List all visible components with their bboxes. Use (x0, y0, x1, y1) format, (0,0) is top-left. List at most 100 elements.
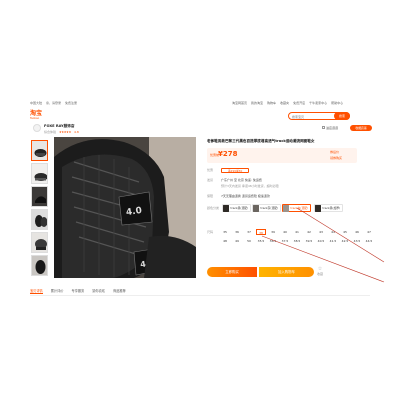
thumbnail-5[interactable] (31, 232, 48, 253)
size-option[interactable]: 36 (232, 229, 242, 235)
shop-name[interactable]: FOXE RAY服饰店 (44, 124, 74, 129)
topnav-item-cart[interactable]: 购物车 (267, 101, 276, 105)
color-option-label: track白(顶配) (290, 206, 309, 210)
taobao-logo[interactable]: 淘宝 Taobao (30, 110, 48, 122)
favorite-label: 收藏 (317, 272, 324, 276)
size-option[interactable]: 48 (220, 238, 230, 244)
size-option[interactable]: 35.5 (256, 238, 266, 244)
size-label: 尺码 (207, 230, 214, 234)
size-option-selected[interactable]: 38 (256, 229, 266, 235)
thumbnail-6[interactable] (31, 255, 48, 276)
rating-stars-icon: ★★★★★ (59, 130, 71, 134)
row-label-guarantee: 保障 (207, 194, 214, 198)
shop-avatar[interactable] (33, 124, 41, 132)
topnav-item-login[interactable]: 亲，请登录 (46, 101, 61, 105)
size-option[interactable]: 49 (232, 238, 242, 244)
size-option[interactable]: 37.5 (280, 238, 290, 244)
color-option-2[interactable]: track灰(顶配) (252, 204, 282, 212)
size-option[interactable]: 44 (328, 229, 338, 235)
shipping-info: 广东广州 至 北京 快递: 免运费 (221, 178, 262, 182)
color-swatch (315, 204, 321, 212)
shoe-thumb-icon (32, 164, 47, 183)
sneaker-image: 4.0 4.0 (54, 137, 196, 278)
size-option[interactable]: 42.5 (340, 238, 350, 244)
topnav-item-region[interactable]: 中国大陆 (30, 101, 42, 105)
size-option[interactable]: 38.5 (292, 238, 302, 244)
shop-rating: 综合体验 ★★★★★ 4.8 (44, 130, 79, 134)
size-option[interactable]: 41 (292, 229, 302, 235)
topnav-item-favorites[interactable]: 收藏夹 (280, 101, 289, 105)
color-option-label: track黑(加厚) (322, 206, 341, 210)
size-option[interactable]: 47 (364, 229, 374, 235)
size-option[interactable]: 39 (268, 229, 278, 235)
size-option[interactable]: 45 (340, 229, 350, 235)
topnav-item-seller[interactable]: 千牛卖家中心 (309, 101, 327, 105)
tab-guess[interactable]: 猜你喜欢 (92, 288, 105, 294)
topnav-item-register[interactable]: 免费注册 (65, 101, 77, 105)
size-option[interactable]: 42 (304, 229, 314, 235)
shop-icon-small (322, 126, 325, 129)
color-option-1[interactable]: track黑(顶配) (222, 204, 252, 212)
thumbnail-1[interactable] (31, 140, 48, 161)
color-option-3[interactable]: track白(顶配) (282, 204, 312, 212)
tab-services[interactable]: 专享服务 (72, 288, 85, 294)
detail-tabs: 宝贝详情 累计评价 专享服务 猜你喜欢 商品推荐 (30, 288, 126, 294)
thumbnail-list (31, 140, 50, 278)
size-option[interactable]: 40.5 (316, 238, 326, 244)
size-option[interactable]: 39.5 (304, 238, 314, 244)
price-note: 券后价 (330, 150, 340, 154)
coupon-badge[interactable]: 满299减30 (221, 168, 249, 173)
logo-text-cn: 淘宝 (30, 110, 43, 117)
tab-details[interactable]: 宝贝详情 (30, 288, 43, 294)
size-option[interactable]: 37 (244, 229, 254, 235)
color-option-4[interactable]: track黑(加厚) (314, 204, 344, 212)
size-option[interactable]: 40 (280, 229, 290, 235)
shoe-thumb-icon (32, 233, 47, 252)
shoe-thumb-icon (32, 256, 47, 275)
favorite-shop-button[interactable]: 收藏店铺 (350, 125, 372, 131)
product-title: 老爹鞋男款巴黎三代黑色百搭厚底增高透气track运动潮流网面鞋女 (207, 139, 315, 143)
favorite-button[interactable]: ☆ 收藏 (317, 267, 324, 277)
get-coupon-link[interactable]: 领券购买 (330, 156, 342, 160)
shoe-thumb-icon (32, 210, 47, 229)
color-option-label: track灰(顶配) (260, 206, 279, 210)
color-swatch (283, 204, 289, 212)
topnav-item-mytaobao[interactable]: 我的淘宝 (251, 101, 263, 105)
rating-score: 4.8 (73, 130, 79, 134)
tab-recommend[interactable]: 商品推荐 (113, 288, 126, 294)
enter-shop-label: 进店逛逛 (326, 126, 339, 130)
topnav-right: 淘宝网首页 我的淘宝 购物车 收藏夹 免费开店 千牛卖家中心 帮助中心 (232, 100, 347, 106)
search-button[interactable]: 搜索 (334, 112, 350, 121)
thumbnail-3[interactable] (31, 186, 48, 207)
size-option[interactable]: 43 (316, 229, 326, 235)
topnav-item-open-shop[interactable]: 免费开店 (293, 101, 305, 105)
row-label-promo: 优惠 (207, 168, 214, 172)
row-label-shipping: 发货 (207, 178, 214, 182)
size-option[interactable]: 44.5 (364, 238, 374, 244)
color-label: 颜色分类 (207, 206, 220, 210)
main-product-image[interactable]: 4.0 4.0 (54, 137, 196, 278)
add-to-cart-button[interactable]: 加入购物车 (259, 267, 314, 277)
size-option[interactable]: 36.5 (268, 238, 278, 244)
size-option[interactable]: 35 (220, 229, 230, 235)
search-box: 搜索 (288, 112, 350, 121)
enter-shop-button[interactable]: 进店逛逛 (322, 126, 338, 130)
buy-now-button[interactable]: 立即购买 (207, 267, 257, 277)
color-option-label: track黑(顶配) (230, 206, 249, 210)
size-options: 35 36 37 38 39 40 41 42 43 44 45 46 47 4… (220, 229, 380, 244)
shoe-thumb-icon (32, 141, 47, 160)
tab-reviews[interactable]: 累计评价 (51, 288, 64, 294)
color-swatch (223, 204, 229, 212)
shipping-promise: 预计3天内发货 承诺48小时发货，超时必赔 (221, 184, 279, 188)
search-input[interactable] (292, 114, 332, 119)
size-option[interactable]: 43.5 (352, 238, 362, 244)
shoe-thumb-icon (32, 187, 47, 206)
size-option[interactable]: 46 (352, 229, 362, 235)
topnav-item-home[interactable]: 淘宝网首页 (232, 101, 247, 105)
thumbnail-2[interactable] (31, 163, 48, 184)
size-option[interactable]: 41.5 (328, 238, 338, 244)
thumbnail-4[interactable] (31, 209, 48, 230)
topnav-item-help[interactable]: 帮助中心 (331, 101, 343, 105)
size-option[interactable]: 50 (244, 238, 254, 244)
guarantee-info: 7天无理由退换 退货运费险 极速退款 (221, 194, 270, 198)
